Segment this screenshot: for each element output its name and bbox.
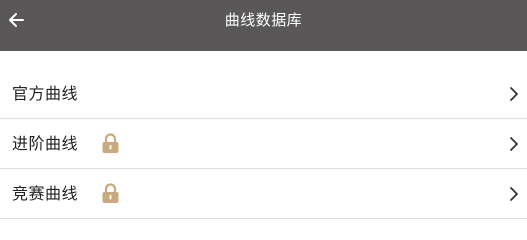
list-item-competition-curves[interactable]: 竞赛曲线: [0, 169, 527, 219]
list-item-label: 进阶曲线: [12, 134, 79, 153]
app-header: 曲线数据库: [0, 0, 527, 51]
chevron-right-icon: [510, 137, 518, 151]
lock-icon: [102, 183, 119, 203]
curve-category-list: 官方曲线 进阶曲线 竞赛曲线: [0, 69, 527, 219]
list-item-official-curves[interactable]: 官方曲线: [0, 69, 527, 119]
list-item-advanced-curves[interactable]: 进阶曲线: [0, 119, 527, 169]
chevron-right-icon: [510, 187, 518, 201]
page-title: 曲线数据库: [224, 11, 303, 29]
list-item-label: 竞赛曲线: [12, 184, 79, 203]
list-item-label: 官方曲线: [12, 84, 79, 103]
lock-icon: [102, 133, 119, 153]
chevron-right-icon: [510, 87, 518, 101]
